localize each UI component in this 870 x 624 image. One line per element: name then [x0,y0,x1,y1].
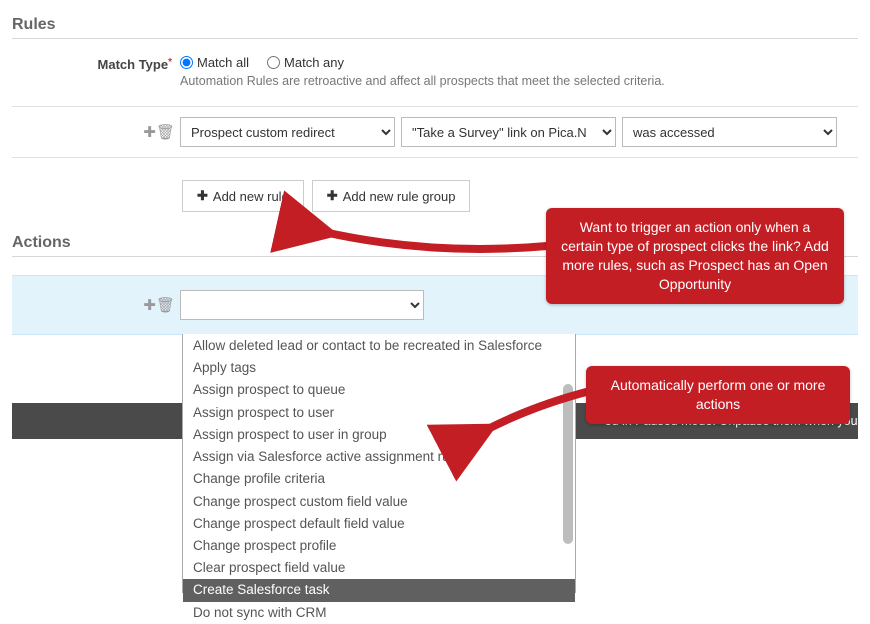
rules-header: Rules [12,16,858,34]
action-select[interactable] [180,290,424,320]
arrow-to-add-rule [312,216,552,266]
action-option[interactable]: Create Salesforce task [183,579,575,601]
action-option[interactable]: Allow deleted lead or contact to be recr… [183,335,575,357]
add-new-rule-button[interactable]: ✚ Add new rule [182,180,304,212]
match-any-radio[interactable]: Match any [267,55,344,70]
plus-icon: ✚ [327,188,338,204]
add-rule-icon[interactable]: ✚ [140,123,156,141]
action-option[interactable]: Change prospect custom field value [183,491,575,513]
match-type-helptext: Automation Rules are retroactive and aff… [180,74,665,88]
action-option[interactable]: Clear prospect field value [183,557,575,579]
action-option[interactable]: Change prospect default field value [183,513,575,535]
rules-divider [12,38,858,39]
match-all-radio-input[interactable] [180,56,193,69]
match-any-radio-label: Match any [284,55,344,70]
action-option[interactable]: Change profile criteria [183,468,575,490]
arrow-to-actions [472,386,602,446]
callout-actions: Automatically perform one or more action… [586,366,850,424]
add-new-rule-label: Add new rule [213,189,289,204]
action-option[interactable]: Do not sync with CRM [183,602,575,624]
add-action-icon[interactable]: ✚ [140,296,156,314]
action-option[interactable]: Apply tags [183,357,575,379]
action-option[interactable]: Assign via Salesforce active assignment … [183,446,575,468]
add-new-rule-group-label: Add new rule group [343,189,456,204]
add-new-rule-group-button[interactable]: ✚ Add new rule group [312,180,471,212]
rule-field-select[interactable]: Prospect custom redirect [180,117,395,147]
match-type-label: Match Type* [82,55,172,72]
dropdown-scrollbar[interactable] [563,338,573,588]
rule-operator-select[interactable]: was accessed [622,117,837,147]
match-any-radio-input[interactable] [267,56,280,69]
delete-action-icon[interactable]: 🗑 [156,296,172,314]
callout-rules: Want to trigger an action only when a ce… [546,208,844,304]
action-dropdown-list[interactable]: Allow deleted lead or contact to be recr… [182,334,576,593]
action-option[interactable]: Change prospect profile [183,535,575,557]
rule-value-select[interactable]: "Take a Survey" link on Pica.N [401,117,616,147]
delete-rule-icon[interactable]: 🗑 [156,123,172,141]
plus-icon: ✚ [197,188,208,204]
match-all-radio-label: Match all [197,55,249,70]
rule-row: ✚🗑 Prospect custom redirect "Take a Surv… [12,106,858,158]
required-asterisk: * [168,57,172,68]
match-all-radio[interactable]: Match all [180,55,249,70]
